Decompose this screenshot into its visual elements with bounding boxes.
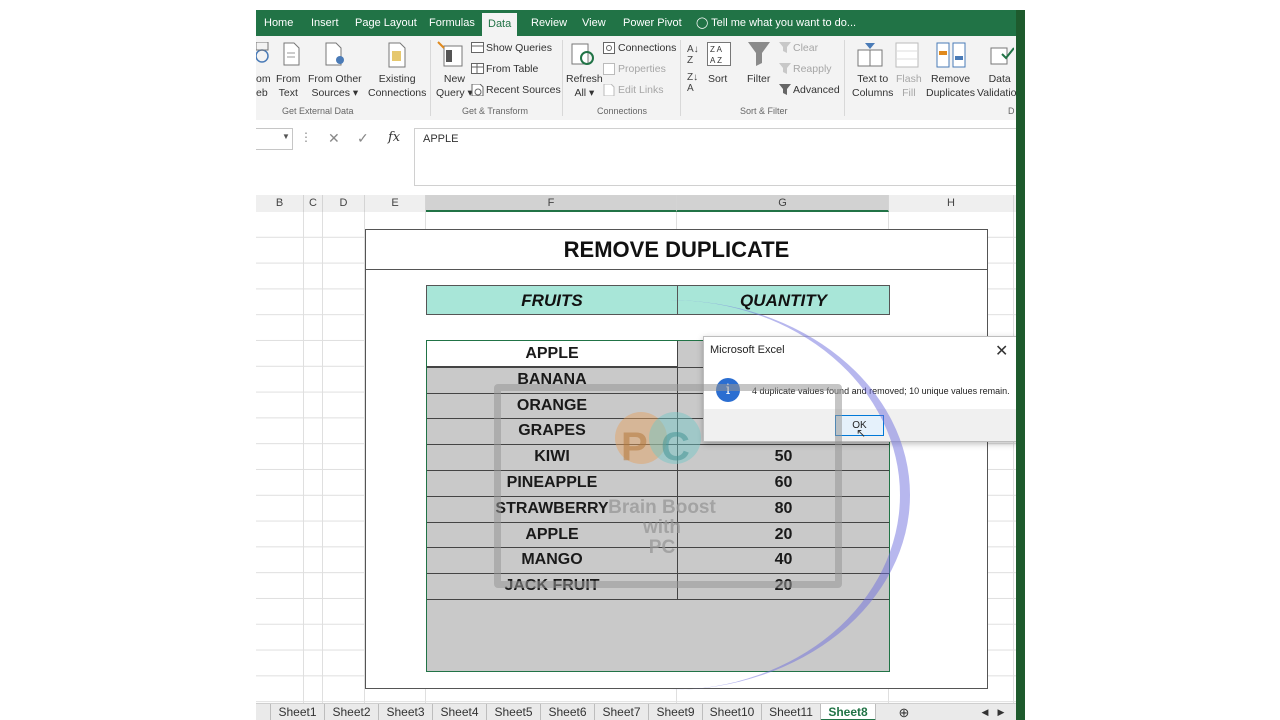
- sheet-tab[interactable]: Sheet10: [703, 704, 762, 720]
- watermark-text: Brain Boost with PC: [608, 497, 716, 558]
- svg-text:P: P: [621, 425, 648, 469]
- existing-connections-icon: [388, 42, 406, 68]
- data-validation-icon: [990, 47, 1014, 65]
- scroll-left-icon[interactable]: ◀: [978, 704, 992, 720]
- tab-page-layout[interactable]: Page Layout: [355, 10, 417, 36]
- tab-home[interactable]: Home: [264, 10, 293, 36]
- sort-az-icon: A↓ Z: [687, 44, 699, 66]
- sheet-tab-active[interactable]: Sheet8: [821, 704, 876, 720]
- group-get-external-data: Get External Data: [282, 106, 354, 116]
- tell-me-search[interactable]: ◯ Tell me what you want to do...: [696, 10, 856, 36]
- ribbon-tab-bar: Home Insert Page Layout Formulas Data Re…: [256, 10, 1016, 36]
- ribbon-separator: [844, 40, 845, 116]
- svg-text:C: C: [661, 425, 690, 469]
- refresh-icon: [571, 43, 594, 65]
- scroll-right-icon[interactable]: ▶: [994, 704, 1008, 720]
- enter-check-icon[interactable]: ✓: [357, 130, 369, 147]
- column-headers: B C D E F G H I: [256, 195, 1016, 213]
- tab-insert[interactable]: Insert: [311, 10, 339, 36]
- sheet-tab-bar: Sheet1 Sheet2 Sheet3 Sheet4 Sheet5 Sheet…: [256, 703, 1016, 720]
- filter-funnel-icon: [748, 42, 770, 66]
- ribbon-separator: [562, 40, 563, 116]
- flash-fill-icon: [895, 42, 919, 68]
- svg-text:Z A: Z A: [710, 45, 723, 54]
- ribbon-separator: [680, 40, 681, 116]
- close-icon[interactable]: ✕: [995, 341, 1008, 361]
- col-header-g[interactable]: G: [677, 195, 889, 212]
- sheet-tab[interactable]: Sheet7: [595, 704, 649, 720]
- grid-line: [322, 212, 323, 704]
- sheet-tab[interactable]: Sheet2: [325, 704, 379, 720]
- sheet-tab[interactable]: Sheet1: [271, 704, 325, 720]
- sheet-tab[interactable]: Sheet5: [487, 704, 541, 720]
- tab-formulas[interactable]: Formulas: [429, 10, 475, 36]
- tab-scroll-grip[interactable]: [256, 704, 271, 720]
- sheet-tab[interactable]: Sheet11: [762, 704, 821, 720]
- clear-filter-icon: [779, 42, 791, 53]
- sheet-title[interactable]: REMOVE DUPLICATE: [366, 230, 987, 270]
- add-sheet-icon[interactable]: ⊕: [894, 704, 914, 720]
- formula-bar-grip: ⋮: [300, 130, 312, 144]
- reapply-icon: [779, 63, 791, 74]
- formula-bar: ▼ ⋮ ✕ ✓ fx APPLE: [256, 120, 1016, 195]
- ribbon-separator: [430, 40, 431, 116]
- insert-function-button[interactable]: fx: [388, 130, 400, 145]
- sort-icon: Z A A Z: [707, 42, 731, 66]
- group-connections: Connections: [597, 106, 648, 116]
- tab-review[interactable]: Review: [531, 10, 567, 36]
- edit-links-icon: [603, 84, 615, 96]
- svg-text:A Z: A Z: [710, 56, 722, 65]
- show-queries-icon: [471, 42, 484, 53]
- table-icon: [471, 63, 484, 74]
- tab-power-pivot[interactable]: Power Pivot: [623, 10, 682, 36]
- advanced-filter-icon: [779, 84, 791, 95]
- col-header-f[interactable]: F: [426, 195, 677, 212]
- tab-data[interactable]: Data: [482, 13, 518, 36]
- lightbulb-icon: ◯: [696, 17, 709, 29]
- other-sources-icon: [325, 42, 344, 66]
- col-header-b[interactable]: B: [256, 195, 304, 212]
- properties-icon: [603, 63, 615, 75]
- group-get-transform: Get & Transform: [462, 106, 529, 116]
- new-query-icon: [437, 41, 463, 67]
- globe-icon: [256, 42, 269, 63]
- group-sort-filter: Sort & Filter: [740, 106, 788, 116]
- text-file-icon: [283, 42, 300, 66]
- grid-line: [303, 212, 304, 704]
- connections-icon: [603, 42, 615, 54]
- sheet-tab[interactable]: Sheet6: [541, 704, 595, 720]
- ribbon-data: om eb From Text From Other Sources ▾ Existi…: [256, 36, 1016, 121]
- sort-za-icon: Z↓ A: [687, 72, 699, 94]
- text-to-columns-icon: [857, 43, 883, 67]
- formula-input[interactable]: APPLE: [414, 128, 1016, 186]
- recent-sources-icon: [471, 84, 484, 96]
- watermark-brain-logo: P C: [615, 412, 701, 469]
- group-data-tools: D: [1008, 106, 1015, 116]
- col-header-h[interactable]: H: [889, 195, 1014, 212]
- grid-line: [1013, 212, 1014, 704]
- chevron-down-icon: ▼: [282, 132, 290, 141]
- cancel-icon[interactable]: ✕: [328, 130, 340, 147]
- sheet-tab[interactable]: Sheet3: [379, 704, 433, 720]
- name-box[interactable]: ▼: [256, 128, 293, 150]
- window-edge: [1016, 10, 1025, 720]
- remove-duplicates-icon: [936, 42, 966, 68]
- sheet-tab[interactable]: Sheet4: [433, 704, 487, 720]
- col-header-e[interactable]: E: [365, 195, 426, 212]
- sheet-tab[interactable]: Sheet9: [649, 704, 703, 720]
- tab-view[interactable]: View: [582, 10, 606, 36]
- col-header-c[interactable]: C: [304, 195, 323, 212]
- col-header-d[interactable]: D: [323, 195, 365, 212]
